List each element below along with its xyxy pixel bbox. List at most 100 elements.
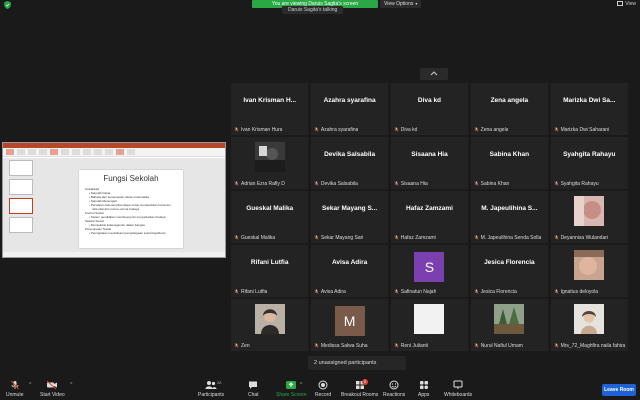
participant-display-name: Sisaana Hia (411, 151, 448, 159)
participant-tile[interactable]: Devika Salsabila Devika Salsabila (310, 137, 389, 189)
participant-name: M. Japeulihina Senda Solla (480, 234, 542, 241)
participant-tile[interactable]: Reni Julianti (390, 299, 469, 351)
participant-name-label: Devika Salsabila (314, 181, 358, 187)
participants-icon (205, 381, 217, 389)
participant-video-thumbnail (254, 304, 285, 335)
participant-display-name: Marizka Dwi Sa... (563, 97, 616, 104)
participant-tile[interactable]: Rifani Lutfia Rifani Lutfia (231, 245, 309, 297)
participant-tile[interactable]: Gueskal Malika Gueskal Malika (231, 191, 309, 243)
breakout-rooms-label: Breakout Rooms (341, 392, 379, 398)
participant-tile[interactable]: Avisa Adira Avisa Adira (310, 245, 389, 297)
participant-tile[interactable]: M. Japeulihina S... M. Japeulihina Senda … (470, 191, 549, 243)
muted-mic-icon (234, 235, 239, 240)
chat-label: Chat (248, 392, 259, 398)
view-options-button[interactable]: View Options ▾ (380, 0, 422, 8)
chevron-down-icon: ▾ (415, 1, 418, 6)
participant-name: Ignatius deloyola (560, 288, 599, 295)
gallery-page-up-button[interactable] (420, 68, 448, 80)
participant-video-thumbnail (254, 142, 285, 173)
participant-name-label: Marizka Dwi Saharani (554, 127, 609, 133)
participant-display-name: Devika Salsabila (324, 151, 376, 159)
participant-name-label: Safinatun Najah (394, 289, 436, 295)
chat-icon (249, 381, 258, 389)
participant-name-label: Adrian Ezra Rafly D (234, 181, 285, 187)
participant-name-label: Zena angela (474, 127, 508, 133)
participant-display-name: Syahgita Rahayu (563, 151, 616, 159)
apps-label: Apps (418, 392, 430, 398)
chevron-up-icon (430, 71, 438, 76)
participant-video-thumbnail (414, 304, 445, 335)
apps-button[interactable]: Apps (418, 380, 429, 398)
participant-name-label: Sekar Mayang Sari (314, 235, 363, 241)
audio-options-chevron-icon[interactable]: ^ (29, 382, 31, 388)
muted-mic-icon (554, 235, 559, 240)
slide-thumbnail (9, 179, 33, 195)
participant-name: Adrian Ezra Rafly D (241, 180, 285, 187)
unassigned-participants[interactable]: 2 unassigned participants (308, 356, 406, 370)
muted-mic-icon (394, 127, 399, 132)
participant-tile[interactable]: Marizka Dwi Sa... Marizka Dwi Saharani (550, 83, 628, 135)
participants-count: 28 (217, 380, 222, 385)
participant-name: Hafaz Zamzami (400, 234, 436, 241)
participant-tile[interactable]: Sabina Khan Sabina Khan (470, 137, 549, 189)
participant-display-name: Jesica Florencia (484, 259, 535, 267)
participant-tile[interactable]: Ignatius deloyola (550, 245, 628, 297)
participant-name-label: Ignatius deloyola (554, 288, 599, 295)
participant-tile[interactable]: Diva kd Diva kd (390, 83, 469, 135)
participant-tile[interactable]: Ivan Krisman H... Ivan Krisman Hura (231, 83, 309, 135)
muted-mic-icon (314, 181, 319, 186)
participant-name: Ivan Krisman Hura (241, 126, 283, 133)
muted-mic-icon (394, 289, 399, 295)
participant-name-label: Medissa Salwa Suha (314, 343, 368, 349)
participant-name: Rifani Lutfia (241, 288, 268, 295)
slide-thumbnail-selected (9, 198, 33, 214)
participant-video-thumbnail (574, 304, 605, 335)
participant-tile[interactable]: Zena angela Zena angela (470, 83, 549, 135)
breakout-rooms-button[interactable]: Breakout Rooms (341, 380, 378, 398)
participants-label: Participants (198, 392, 225, 398)
participant-tile[interactable]: Zen (231, 299, 309, 351)
participant-tile[interactable]: M Medissa Salwa Suha (310, 299, 389, 351)
participant-tile[interactable]: Syahgita Rahayu Syahgita Rahayu (550, 137, 628, 189)
whiteboards-button[interactable]: Whiteboards (444, 380, 472, 398)
participant-tile[interactable]: S Safinatun Najah (390, 245, 469, 297)
leave-room-button[interactable]: Leave Room (602, 384, 636, 396)
participant-tile[interactable]: Adrian Ezra Rafly D (231, 137, 309, 189)
participant-tile[interactable]: Mrs_72_Maghfira naila fahira (550, 299, 628, 351)
muted-mic-icon (10, 380, 19, 390)
participant-tile[interactable]: Deyannisa Wulandari (550, 191, 628, 243)
participant-display-name: Avisa Adira (331, 259, 368, 267)
smiley-icon (389, 380, 399, 390)
participant-tile[interactable]: Nurul Nafiul Umam (470, 299, 549, 351)
view-button[interactable]: View (617, 1, 636, 7)
muted-mic-icon (474, 127, 479, 132)
chat-button[interactable]: Chat (248, 380, 259, 398)
record-icon (318, 380, 328, 390)
muted-mic-icon (554, 127, 559, 132)
participant-tile[interactable]: Sisaana Hia Sisaana Hia (390, 137, 469, 189)
participant-tile[interactable]: Azahra syarafina Azahra syarafina (310, 83, 389, 135)
shield-icon[interactable] (4, 1, 11, 9)
participant-tile[interactable]: Jesica Florencia Jesica Florencia (470, 245, 549, 297)
slide-text-line: • Peningkatan mentalisasi (penghargaan s… (89, 231, 166, 235)
participant-name: Zen (241, 342, 250, 349)
slide-body: Sosialisasi • Sekolah Dasar • Bahasa dan k… (85, 187, 177, 235)
participant-name: Gueskal Malika (241, 234, 276, 241)
start-video-button[interactable]: Start Video (40, 380, 65, 398)
participant-name-label: M. Japeulihina Senda Solla (474, 234, 542, 241)
active-speaker-tag: Daruis Sagita's talking (282, 6, 344, 14)
start-video-label: Start Video (40, 392, 65, 398)
video-options-chevron-icon[interactable]: ^ (70, 382, 72, 388)
record-button[interactable]: Record (315, 380, 331, 398)
participant-avatar: S (414, 252, 445, 283)
participant-tile[interactable]: Hafaz Zamzami Hafaz Zamzami (390, 191, 469, 243)
participant-display-name: Ivan Krisman H... (243, 97, 297, 104)
share-screen-label: Share Screen (276, 392, 307, 398)
unmute-button[interactable]: Unmute (6, 380, 24, 398)
whiteboard-icon (453, 380, 463, 389)
reactions-button[interactable]: Reactions (383, 380, 405, 398)
share-options-chevron-icon[interactable]: ^ (300, 382, 302, 388)
participant-display-name: Gueskal Malika (246, 205, 294, 213)
participant-tile[interactable]: Sekar Mayang S... Sekar Mayang Sari (310, 191, 389, 243)
shared-screen[interactable]: Fungsi Sekolah Sosialisasi • Sekolah Dasa… (2, 142, 226, 258)
